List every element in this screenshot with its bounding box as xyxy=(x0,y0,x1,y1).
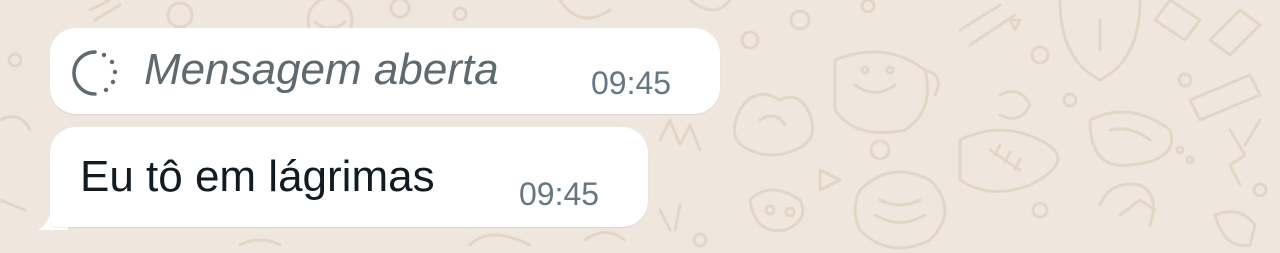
message-timestamp: 09:45 xyxy=(519,176,600,212)
view-once-opened-icon xyxy=(72,50,118,96)
message-text: Eu tô em lágrimas xyxy=(80,152,435,201)
chat-area: Mensagem aberta 09:45 Eu tô em lágrimas … xyxy=(0,0,1280,253)
view-once-message-text: Mensagem aberta xyxy=(144,45,499,94)
message-timestamp: 09:45 xyxy=(591,65,672,101)
